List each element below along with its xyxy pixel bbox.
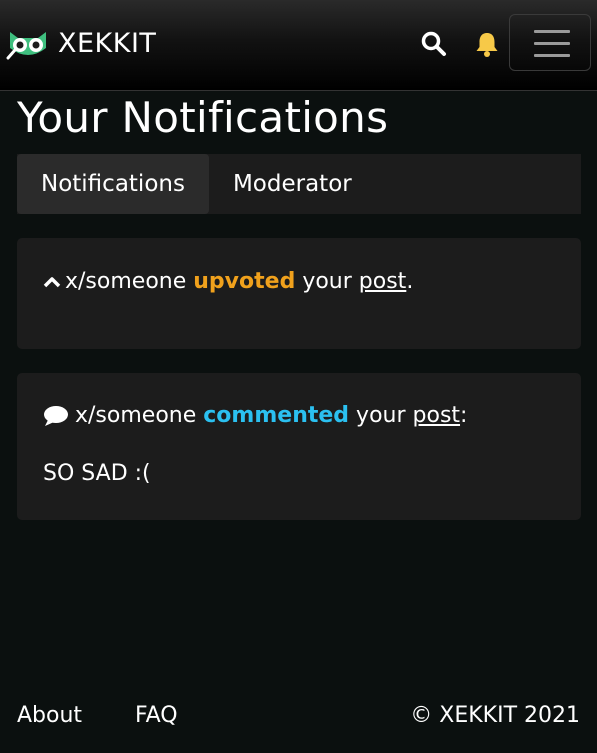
notification-action: commented (203, 403, 350, 428)
speech-bubble-icon (44, 405, 68, 426)
footer-faq-link[interactable]: FAQ (135, 703, 178, 728)
notification-tabs: Notifications Moderator (17, 154, 581, 214)
owl-logo-icon (6, 32, 46, 60)
footer-about-link[interactable]: About (17, 703, 82, 728)
navbar: XEKKIT (0, 0, 597, 91)
notification-your: your (356, 403, 406, 428)
notification-card-upvote: x/someone upvoted your post. (17, 238, 581, 349)
notification-line: x/someone upvoted your post. (43, 269, 555, 294)
hamburger-bar (534, 42, 570, 45)
chevron-up-icon (43, 276, 61, 287)
notification-your: your (302, 269, 352, 294)
post-link[interactable]: post (413, 403, 461, 428)
notification-user[interactable]: x/someone (75, 403, 196, 428)
bell-icon[interactable] (473, 30, 501, 58)
brand-name: XEKKIT (58, 28, 157, 59)
notification-card-comment: x/someone commented your post: SO SAD :( (17, 373, 581, 520)
tab-notifications[interactable]: Notifications (17, 154, 209, 214)
notification-end: . (406, 269, 414, 294)
comment-text: SO SAD :( (43, 461, 151, 486)
search-icon[interactable] (420, 30, 448, 58)
notification-line: x/someone commented your post: (43, 403, 555, 428)
hamburger-bar (534, 54, 570, 57)
notification-user[interactable]: x/someone (65, 269, 186, 294)
hamburger-menu-button[interactable] (509, 14, 591, 71)
notification-end: : (460, 403, 468, 428)
footer-copyright: © XEKKIT 2021 (410, 703, 580, 728)
brand-link[interactable]: XEKKIT (6, 26, 156, 62)
notification-action: upvoted (193, 269, 296, 294)
post-link[interactable]: post (359, 269, 407, 294)
tab-moderator[interactable]: Moderator (209, 154, 376, 214)
page-title: Your Notifications (17, 93, 389, 142)
hamburger-bar (534, 30, 570, 33)
